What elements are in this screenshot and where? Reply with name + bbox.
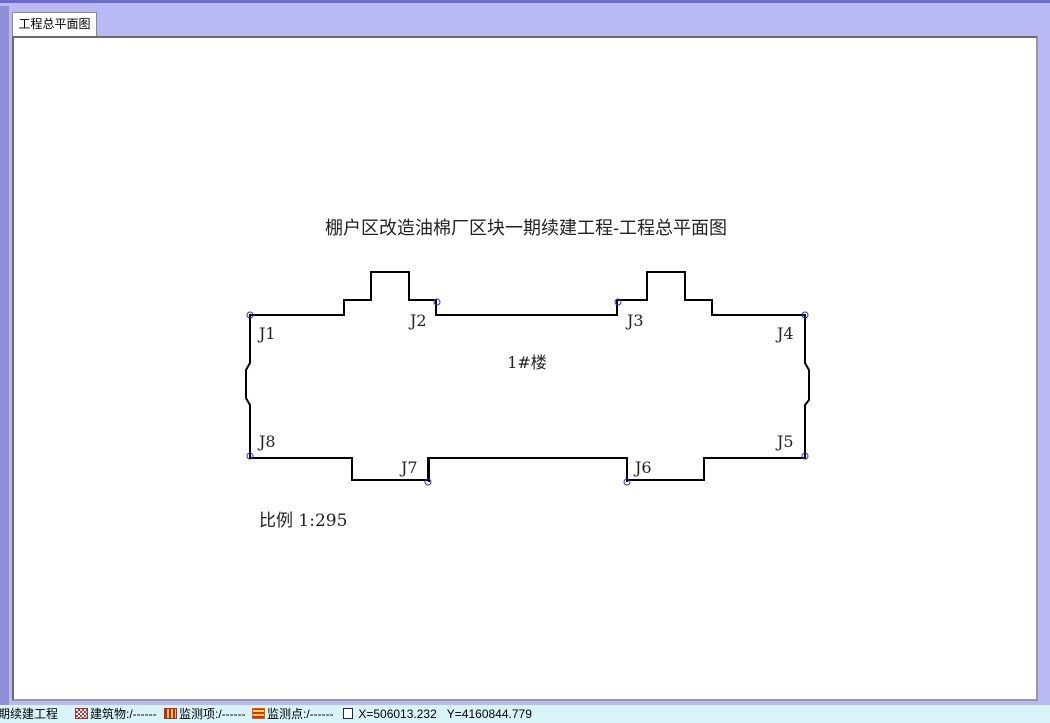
building-legend-icon bbox=[75, 708, 88, 719]
status-coordinates: X=506013.232 Y=4160844.779 bbox=[343, 707, 532, 721]
status-monitor-item-text: 监测项:/------ bbox=[179, 707, 246, 721]
status-bar: 期续建工程 建筑物:/------ 监测项:/------ 监测点:/-----… bbox=[0, 705, 1050, 723]
status-monitor-point-text: 监测点:/------ bbox=[267, 707, 334, 721]
building-label: 1#楼 bbox=[507, 353, 547, 372]
building-outline[interactable] bbox=[245, 271, 810, 481]
drawing-title: 棚户区改造油棉厂区块一期续建工程-工程总平面图 bbox=[325, 218, 727, 239]
status-x: X=506013.232 bbox=[358, 707, 437, 721]
scale-text: 比例 1:295 bbox=[259, 511, 347, 531]
point-label-j7: J7 bbox=[399, 458, 418, 477]
monitor-point-legend-icon bbox=[252, 708, 265, 719]
tab-site-plan[interactable]: 工程总平面图 bbox=[12, 12, 97, 36]
coordinate-icon bbox=[343, 708, 353, 719]
status-project: 期续建工程 bbox=[0, 707, 59, 721]
monitor-item-legend-icon bbox=[164, 708, 177, 719]
point-label-j6: J6 bbox=[633, 458, 652, 477]
point-label-j2: J2 bbox=[408, 311, 427, 330]
status-monitor-point[interactable]: 监测点:/------ bbox=[252, 707, 334, 721]
status-y: Y=4160844.779 bbox=[446, 707, 532, 721]
status-building-text: 建筑物:/------ bbox=[90, 707, 157, 721]
left-edge bbox=[0, 6, 9, 708]
status-monitor-item[interactable]: 监测项:/------ bbox=[164, 707, 246, 721]
point-label-j4: J4 bbox=[775, 324, 794, 343]
point-label-j8: J8 bbox=[257, 432, 276, 451]
point-label-j5: J5 bbox=[775, 432, 794, 451]
point-label-j1: J1 bbox=[257, 324, 276, 343]
point-label-j3: J3 bbox=[625, 311, 644, 330]
status-building[interactable]: 建筑物:/------ bbox=[75, 707, 157, 721]
drawing-canvas[interactable]: 棚户区改造油棉厂区块一期续建工程-工程总平面图 J1 J2 J3 J4 J5 J… bbox=[12, 36, 1038, 701]
window-frame: 工程总平面图 棚户区改造油棉厂区块一期续建工程-工程总平面图 J1 J2 J3 bbox=[0, 0, 1050, 708]
site-plan-drawing[interactable]: 棚户区改造油棉厂区块一期续建工程-工程总平面图 J1 J2 J3 J4 J5 J… bbox=[14, 38, 1036, 699]
tab-bar: 工程总平面图 bbox=[9, 6, 1050, 36]
